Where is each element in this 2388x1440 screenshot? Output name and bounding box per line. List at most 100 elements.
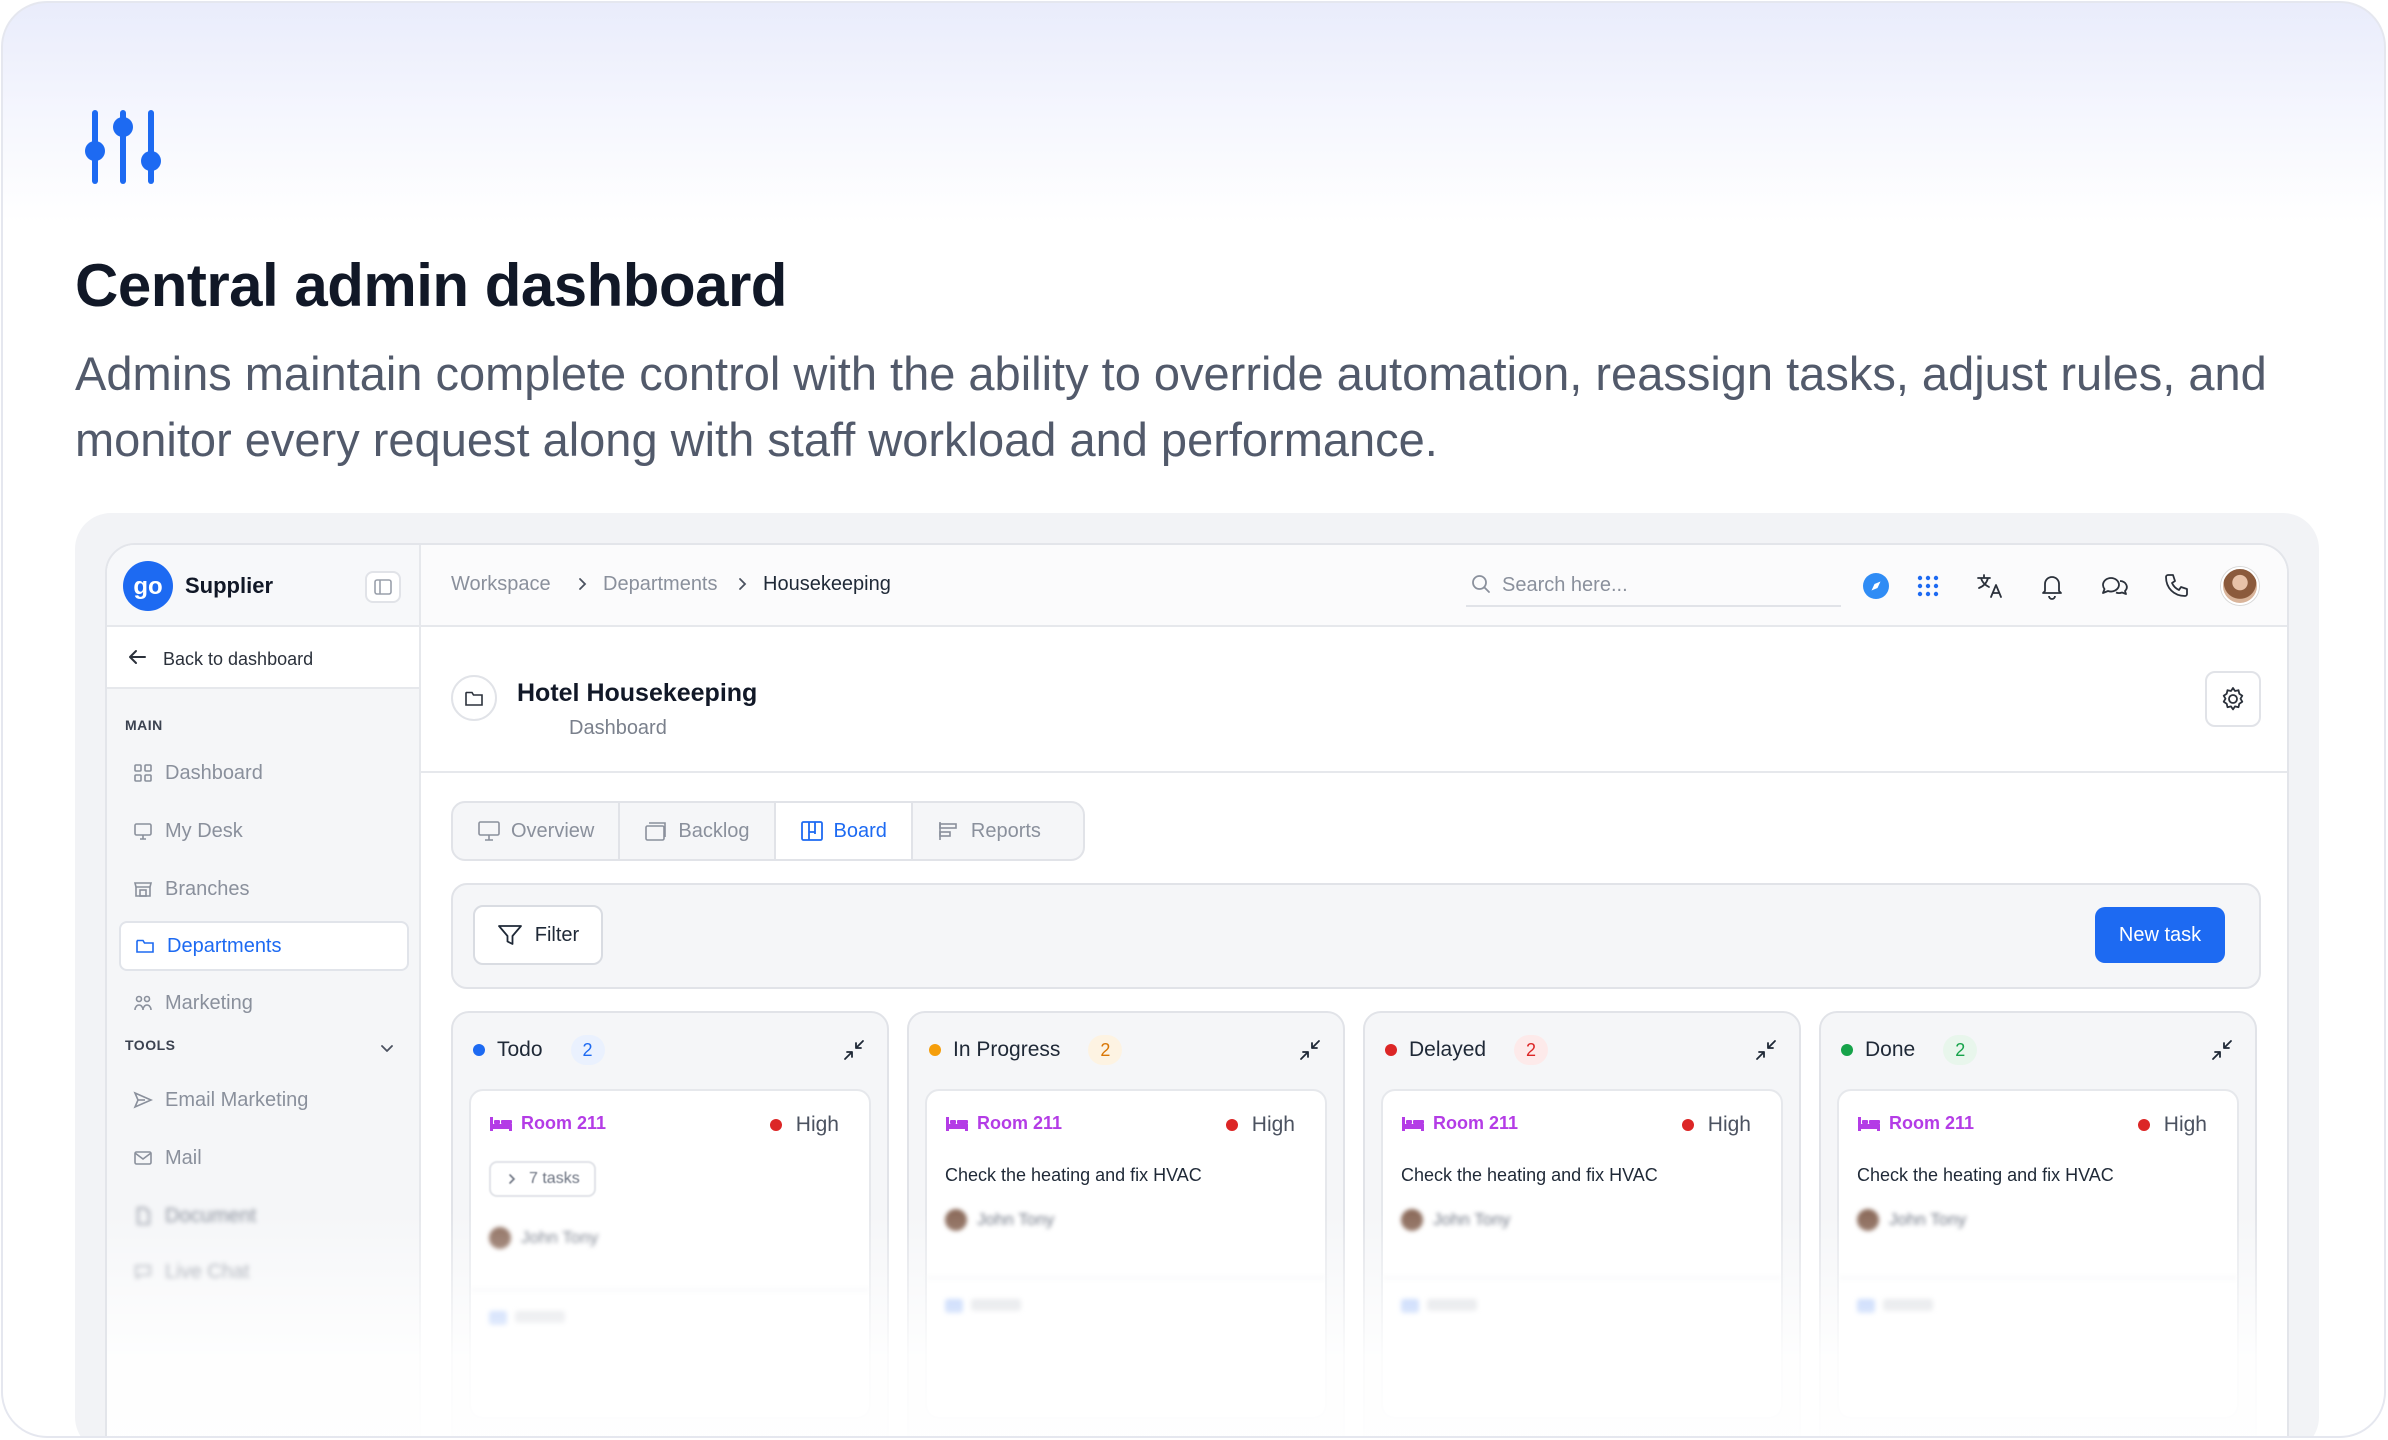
collapse-icon[interactable] [841, 1037, 867, 1063]
footer-placeholder [515, 1311, 565, 1323]
sliders-icon [85, 110, 161, 184]
collapse-icon[interactable] [2209, 1037, 2235, 1063]
tag-icon [489, 1311, 507, 1325]
bed-icon [946, 1116, 968, 1131]
assignee: John Tony [489, 1227, 598, 1249]
sidebar-item-departments[interactable]: Departments [119, 921, 409, 971]
task-footer [1839, 1277, 2237, 1337]
task-title: Check the heating and fix HVAC [945, 1165, 1202, 1185]
tab-board[interactable]: Board [775, 803, 913, 859]
board-icon [800, 821, 823, 841]
compass-button[interactable] [1859, 569, 1893, 603]
translate-button[interactable] [1973, 569, 2007, 603]
sidebar-item-branches[interactable]: Branches [119, 864, 409, 914]
panel-icon [374, 579, 392, 595]
chevron-down-icon[interactable] [377, 1038, 397, 1058]
task-card[interactable]: Room 211 High Check the heating and fix … [925, 1089, 1327, 1419]
footer-placeholder [1427, 1299, 1477, 1311]
monitor-icon [478, 821, 500, 841]
assignee-avatar [1857, 1209, 1879, 1231]
search-input[interactable] [1502, 571, 1832, 599]
priority-label: High [795, 1113, 839, 1136]
status-dot [1385, 1044, 1397, 1056]
breadcrumb-housekeeping: Housekeeping [763, 573, 891, 595]
room-label: Room 211 [521, 1113, 607, 1133]
tag-icon [945, 1299, 963, 1313]
send-icon [133, 1091, 153, 1109]
task-card[interactable]: Room 211 High Check the heating and fix … [1837, 1089, 2239, 1419]
collapse-icon[interactable] [1297, 1037, 1323, 1063]
subtasks-toggle[interactable]: 7 tasks [489, 1161, 596, 1197]
apps-grid-button[interactable] [1911, 569, 1945, 603]
assignee: John Tony [1401, 1209, 1510, 1231]
tab-label: Board [833, 819, 887, 842]
priority-label: High [2163, 1113, 2207, 1136]
tab-backlog[interactable]: Backlog [620, 803, 776, 859]
settings-button[interactable] [2205, 671, 2261, 727]
priority-badge: High [1681, 1113, 1751, 1137]
collapse-icon[interactable] [1753, 1037, 1779, 1063]
filter-label: Filter [534, 923, 580, 946]
column-count-badge: 2 [1514, 1035, 1549, 1065]
sidebar-item-document[interactable]: Document [119, 1191, 409, 1241]
compass-icon [1863, 573, 1889, 599]
view-tabs: Overview Backlog Board Reports [451, 801, 1085, 861]
document-icon [137, 1207, 150, 1225]
grid-icon [134, 764, 152, 782]
sidebar-item-label: Departments [167, 934, 282, 957]
status-dot [929, 1044, 941, 1056]
filter-icon [497, 925, 522, 945]
footer-placeholder [971, 1299, 1021, 1311]
breadcrumb-workspace[interactable]: Workspace [451, 573, 551, 596]
sidebar-header: go Supplier [107, 545, 419, 627]
tab-overview[interactable]: Overview [453, 803, 621, 859]
board-toolbar: Filter New task [451, 883, 2261, 989]
column-title: In Progress [953, 1038, 1061, 1061]
sidebar-item-my-desk[interactable]: My Desk [119, 806, 409, 856]
messages-button[interactable] [2097, 569, 2131, 603]
priority-dot [1225, 1119, 1238, 1131]
monitor-icon [134, 823, 152, 840]
screenshot-stage: go Supplier Back to dashboard MAIN Dashb… [75, 513, 2319, 1436]
sidebar-item-label: Live Chat [165, 1260, 250, 1283]
bell-icon [2042, 576, 2062, 600]
sidebar-toggle-button[interactable] [365, 571, 401, 603]
back-label: Back to dashboard [163, 649, 314, 669]
filter-button[interactable]: Filter [473, 905, 603, 965]
bed-icon [490, 1116, 512, 1131]
new-task-button[interactable]: New task [2095, 907, 2225, 963]
task-title: Check the heating and fix HVAC [1857, 1165, 2114, 1185]
sidebar-item-label: Email Marketing [165, 1088, 309, 1111]
sidebar-item-live-chat[interactable]: Live Chat [119, 1247, 409, 1297]
priority-badge: High [769, 1113, 839, 1137]
main-content: Hotel Housekeeping Dashboard Overview Ba… [421, 627, 2287, 1436]
task-title: Check the heating and fix HVAC [1401, 1165, 1658, 1185]
user-avatar[interactable] [2221, 567, 2259, 605]
search-icon [1472, 575, 1490, 593]
sidebar-item-marketing[interactable]: Marketing [119, 978, 409, 1028]
room-label: Room 211 [977, 1113, 1063, 1133]
chevron-right-icon [579, 578, 587, 590]
sidebar-item-dashboard[interactable]: Dashboard [119, 748, 409, 798]
board-column-done: Done 2 Room 211 High Check the heating a… [1819, 1011, 2257, 1436]
task-card[interactable]: Room 211 High Check the heating and fix … [1381, 1089, 1783, 1419]
arrow-left-icon [129, 650, 146, 664]
sidebar-item-email-marketing[interactable]: Email Marketing [119, 1075, 409, 1125]
back-to-dashboard-link[interactable]: Back to dashboard [107, 627, 419, 689]
sidebar-item-label: Marketing [165, 991, 253, 1014]
supplier-logo[interactable]: go [123, 561, 173, 611]
hero-title: Central admin dashboard [75, 252, 787, 319]
sidebar-item-mail[interactable]: Mail [119, 1133, 409, 1183]
column-title: Done [1865, 1038, 1916, 1061]
tab-reports[interactable]: Reports [913, 803, 1065, 859]
bed-icon [1858, 1116, 1880, 1131]
column-count-badge: 2 [570, 1035, 605, 1065]
notifications-button[interactable] [2035, 569, 2069, 603]
gear-icon [2222, 687, 2244, 711]
breadcrumb-departments[interactable]: Departments [603, 573, 718, 596]
folder-button[interactable] [451, 675, 497, 721]
top-bar: Workspace Departments Housekeeping [421, 545, 2287, 627]
sidebar-item-label: Branches [165, 877, 250, 900]
call-button[interactable] [2159, 569, 2193, 603]
task-card[interactable]: Room 211 High 7 tasks John Tony [469, 1089, 871, 1419]
